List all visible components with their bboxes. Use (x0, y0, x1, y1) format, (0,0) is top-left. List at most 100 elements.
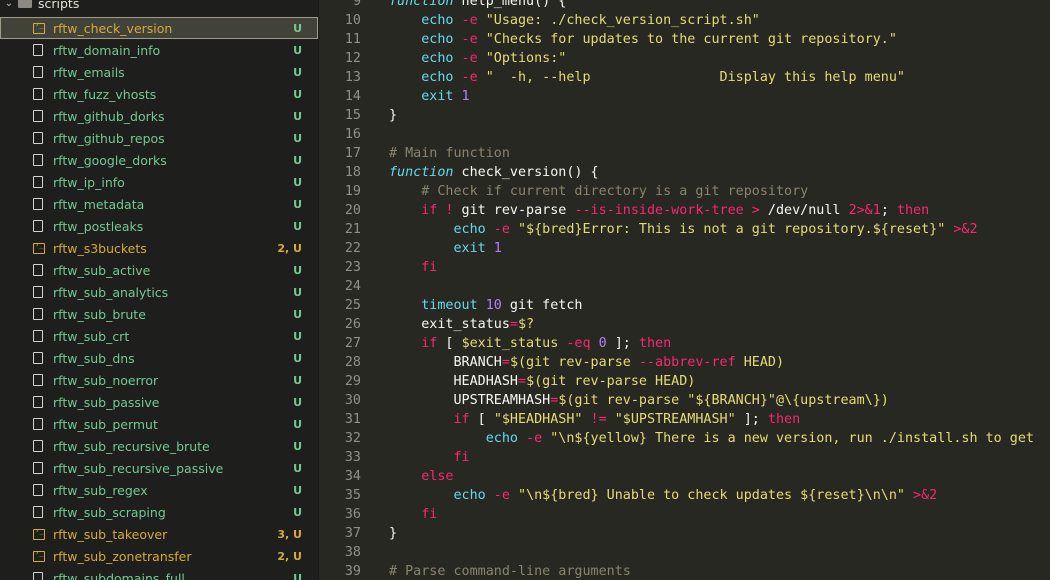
code-line[interactable]: 30 UPSTREAMHASH=$(git rev-parse "${BRANC… (319, 391, 1050, 410)
file-item-rftw-sub-passive[interactable]: rftw_sub_passive U (0, 391, 318, 413)
code-token: echo (421, 51, 454, 66)
chevron-down-icon[interactable]: ⌄ (0, 0, 18, 9)
code-line[interactable]: 29 HEADHASH=$(git rev-parse HEAD) (319, 372, 1050, 391)
line-number: 9 (352, 0, 361, 9)
line-number: 36 (344, 507, 361, 522)
code-line[interactable]: 18 function check_version() { (319, 163, 1050, 182)
file-item-rftw-github-repos[interactable]: rftw_github_repos U (0, 127, 318, 149)
code-line[interactable]: 16 (319, 125, 1050, 144)
file-item-rftw-sub-scraping[interactable]: rftw_sub_scraping U (0, 501, 318, 523)
file-item-rftw-check-version[interactable]: rftw_check_version U (0, 17, 318, 39)
code-line[interactable]: 11 echo -e "Checks for updates to the cu… (319, 30, 1050, 49)
code-line[interactable]: 38 (319, 543, 1050, 562)
git-status-badge: U (293, 417, 302, 431)
file-name: rftw_domain_info (53, 42, 161, 58)
git-status-badge: U (293, 43, 302, 57)
line-number: 16 (344, 127, 361, 142)
code-line[interactable]: 9 function help_menu() { (319, 0, 1050, 11)
code-line[interactable]: 31 if [ "$HEADHASH" != "$UPSTREAMHASH" ]… (319, 410, 1050, 429)
code-line[interactable]: 14 exit 1 (319, 87, 1050, 106)
file-item-rftw-fuzz-vhosts[interactable]: rftw_fuzz_vhosts U (0, 83, 318, 105)
file-item-rftw-sub-recursive-passive[interactable]: rftw_sub_recursive_passive U (0, 457, 318, 479)
code-token: HEADHASH (389, 374, 518, 389)
code-line[interactable]: 25 timeout 10 git fetch (319, 296, 1050, 315)
file-item-rftw-metadata[interactable]: rftw_metadata U (0, 193, 318, 215)
code-line[interactable]: 39 # Parse command-line arguments (319, 562, 1050, 580)
file-icon (33, 484, 43, 496)
git-status-badge: 3, U (277, 527, 302, 541)
code-editor[interactable]: 9 function help_menu() {10 echo -e "Usage… (319, 0, 1050, 580)
line-number: 27 (344, 336, 361, 351)
code-line[interactable]: 35 echo -e "\n${bred} Unable to check up… (319, 486, 1050, 505)
file-item-rftw-sub-permut[interactable]: rftw_sub_permut U (0, 413, 318, 435)
code-line[interactable]: 27 if [ $exit_status -eq 0 ]; then (319, 334, 1050, 353)
code-text: timeout 10 git fetch (389, 296, 582, 315)
code-token: >&2 (904, 488, 938, 503)
code-line[interactable]: 37} (319, 524, 1050, 543)
git-status-badge: U (293, 439, 302, 453)
file-item-rftw-postleaks[interactable]: rftw_postleaks U (0, 215, 318, 237)
git-status-badge: U (293, 571, 302, 580)
file-item-rftw-sub-dns[interactable]: rftw_sub_dns U (0, 347, 318, 369)
file-item-rftw-ip-info[interactable]: rftw_ip_info U (0, 171, 318, 193)
code-token: -e (453, 32, 478, 47)
file-item-rftw-sub-brute[interactable]: rftw_sub_brute U (0, 303, 318, 325)
file-icon (33, 88, 43, 100)
code-line[interactable]: 17 # Main function (319, 144, 1050, 163)
code-line[interactable]: 28 BRANCH=$(git rev-parse --abbrev-ref H… (319, 353, 1050, 372)
code-line[interactable]: 13 echo -e " -h, --help Display this hel… (319, 68, 1050, 87)
code-line[interactable]: 22 exit 1 (319, 239, 1050, 258)
line-number: 32 (344, 431, 361, 446)
file-item-rftw-s3buckets[interactable]: rftw_s3buckets2, U (0, 237, 318, 259)
file-item-rftw-subdomains-full[interactable]: rftw_subdomains_full U (0, 567, 318, 580)
code-line[interactable]: 36 fi (319, 505, 1050, 524)
file-item-rftw-sub-crt[interactable]: rftw_sub_crt U (0, 325, 318, 347)
code-token: 10 (477, 298, 502, 313)
file-item-rftw-sub-regex[interactable]: rftw_sub_regex U (0, 479, 318, 501)
code-line[interactable]: 32 echo -e "\n${yellow} There is a new v… (319, 429, 1050, 448)
file-item-rftw-github-dorks[interactable]: rftw_github_dorks U (0, 105, 318, 127)
file-icon (33, 132, 43, 144)
git-status-badge: U (293, 65, 302, 79)
code-line[interactable]: 34 else (319, 467, 1050, 486)
code-token: 1 (485, 241, 502, 256)
code-token: echo (453, 488, 486, 503)
folder-row-scripts[interactable]: ⌄ scripts (0, 0, 318, 14)
code-line[interactable]: 26 exit_status=$? (319, 315, 1050, 334)
code-token: [ (437, 336, 462, 351)
git-status-badge: U (293, 263, 302, 277)
code-text: exit 1 (389, 87, 469, 106)
code-line[interactable]: 21 echo -e "${bred}Error: This is not a … (319, 220, 1050, 239)
file-item-rftw-google-dorks[interactable]: rftw_google_dorks U (0, 149, 318, 171)
code-line[interactable]: 23 fi (319, 258, 1050, 277)
file-item-rftw-sub-active[interactable]: rftw_sub_active U (0, 259, 318, 281)
file-item-rftw-sub-noerror[interactable]: rftw_sub_noerror U (0, 369, 318, 391)
code-token: HEAD) (735, 355, 785, 370)
code-line[interactable]: 10 echo -e "Usage: ./check_version_scrip… (319, 11, 1050, 30)
code-line[interactable]: 19 # Check if current directory is a git… (319, 182, 1050, 201)
code-token: if (453, 412, 470, 427)
file-item-rftw-sub-takeover[interactable]: rftw_sub_takeover3, U (0, 523, 318, 545)
code-token: -e (485, 488, 510, 503)
file-item-rftw-domain-info[interactable]: rftw_domain_info U (0, 39, 318, 61)
code-token: = (501, 355, 510, 370)
git-status-badge: U (293, 153, 302, 167)
code-line[interactable]: 20 if ! git rev-parse --is-inside-work-t… (319, 201, 1050, 220)
file-item-rftw-sub-analytics[interactable]: rftw_sub_analytics U (0, 281, 318, 303)
file-item-rftw-emails[interactable]: rftw_emails U (0, 61, 318, 83)
code-text: HEADHASH=$(git rev-parse HEAD) (389, 372, 695, 391)
code-line[interactable]: 24 (319, 277, 1050, 296)
code-line[interactable]: 15} (319, 106, 1050, 125)
file-item-rftw-sub-zonetransfer[interactable]: rftw_sub_zonetransfer2, U (0, 545, 318, 567)
code-line[interactable]: 33 fi (319, 448, 1050, 467)
line-number: 31 (344, 412, 361, 427)
file-item-rftw-sub-recursive-brute[interactable]: rftw_sub_recursive_brute U (0, 435, 318, 457)
code-line[interactable]: 12 echo -e "Options:" (319, 49, 1050, 68)
file-name: rftw_emails (53, 64, 125, 80)
code-token: " -h, --help Display this help menu" (477, 70, 905, 85)
